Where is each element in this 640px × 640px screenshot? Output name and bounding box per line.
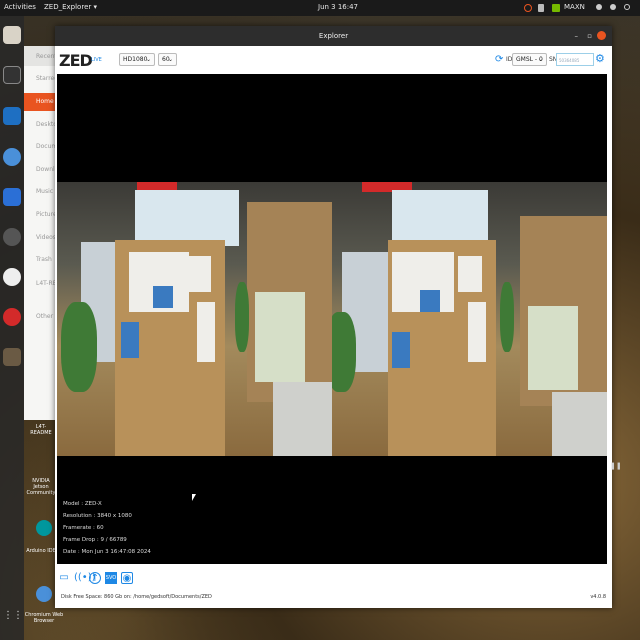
terminal-icon[interactable] — [3, 66, 21, 84]
disk-space: Disk Free Space: 860 Gb on: /home/gedsof… — [61, 594, 212, 600]
arduino-dock-icon[interactable] — [3, 268, 21, 286]
resolution-select[interactable]: HD1080 ⌄ — [119, 53, 155, 66]
vscode-icon[interactable] — [3, 107, 21, 125]
chevron-down-icon: ⌄ — [537, 56, 543, 63]
screenshot-icon[interactable] — [3, 188, 21, 206]
clock[interactable]: Jun 3 16:47 — [318, 3, 358, 11]
version: v4.0.8 — [590, 594, 606, 600]
video-view[interactable]: Model : ZED-X Resolution : 3840 x 1080 F… — [57, 74, 607, 564]
app-thumbnail-icon[interactable] — [3, 348, 21, 366]
folder-icon[interactable]: ▭ — [58, 572, 70, 584]
chromium-desktop-icon[interactable] — [36, 586, 52, 602]
chromium-icon[interactable] — [3, 148, 21, 166]
refresh-icon[interactable]: ⟳ — [495, 55, 503, 65]
camera-id-select[interactable]: GMSL - 0 ⌄ — [512, 53, 547, 66]
info-framerate: Framerate : 60 — [63, 525, 104, 531]
error-report-icon[interactable] — [3, 308, 21, 326]
left-camera-image — [57, 182, 332, 456]
info-frame-drop: Frame Drop : 9 / 66789 — [63, 537, 127, 543]
info-model: Model : ZED-X — [63, 501, 102, 507]
show-apps-icon[interactable]: ⋮⋮ — [3, 610, 23, 628]
app-menu[interactable]: ZED_Explorer ▾ — [44, 3, 97, 11]
activities-button[interactable]: Activities — [4, 3, 36, 11]
serial-input[interactable]: 50364085 — [556, 53, 594, 66]
depth-icon[interactable]: ↑ — [89, 572, 101, 584]
camera-snapshot-icon[interactable]: ◉ — [121, 572, 133, 584]
software-icon[interactable] — [3, 228, 21, 246]
chevron-down-icon: ⌄ — [167, 56, 173, 63]
close-icon[interactable] — [597, 31, 606, 40]
arduino-icon[interactable] — [36, 520, 52, 536]
desktop-l4t-readme[interactable]: L4T-README — [26, 424, 56, 436]
minimize-icon[interactable]: – — [575, 32, 579, 40]
explorer-window: Explorer – ▫ ZED LIVE HD1080 ⌄ 60 ⌄ ⟳ ID G… — [55, 26, 612, 608]
network-icon[interactable] — [596, 4, 602, 10]
pause-icon[interactable]: ❚❚ — [610, 462, 622, 470]
resolution-value: HD1080 — [123, 56, 148, 63]
mouse-cursor — [192, 494, 196, 501]
fps-select[interactable]: 60 ⌄ — [158, 53, 177, 66]
camera-info: Model : ZED-X Resolution : 3840 x 1080 F… — [63, 498, 151, 558]
desktop-nvidia-community[interactable]: NVIDIA Jetson Community — [26, 478, 56, 502]
stream-icon[interactable]: ((•)) — [74, 572, 96, 584]
info-date: Date : Mon Jun 3 16:47:08 2024 — [63, 549, 151, 555]
maximize-icon[interactable]: ▫ — [587, 32, 592, 40]
settings-gear-icon[interactable]: ⚙ — [595, 53, 605, 64]
svo-record-icon[interactable]: SVO — [105, 572, 117, 584]
desktop-chromium[interactable]: Chromium Web Browser — [24, 612, 64, 630]
power-icon[interactable] — [624, 4, 630, 10]
top-bar: Activities ZED_Explorer ▾ Jun 3 16:47 MA… — [0, 0, 640, 16]
desktop-arduino[interactable]: Arduino IDE — [26, 548, 56, 554]
chevron-down-icon: ⌄ — [145, 56, 151, 63]
window-title: Explorer — [318, 32, 349, 40]
update-icon[interactable] — [524, 4, 532, 12]
volume-icon[interactable] — [610, 4, 616, 10]
power-mode[interactable]: MAXN — [564, 3, 585, 11]
window-titlebar[interactable]: Explorer – ▫ — [55, 26, 612, 46]
files-icon[interactable] — [3, 26, 21, 44]
toolbar: ZED LIVE HD1080 ⌄ 60 ⌄ ⟳ ID GMSL - 0 ⌄ SN 5… — [55, 46, 612, 74]
nvidia-icon[interactable] — [552, 4, 560, 12]
dock: ⋮⋮ — [0, 16, 24, 640]
right-camera-image — [332, 182, 607, 456]
keyboard-icon[interactable] — [538, 4, 544, 12]
info-resolution: Resolution : 3840 x 1080 — [63, 513, 132, 519]
live-badge: LIVE — [91, 57, 102, 63]
bottom-bar: ▭ ((•)) ↑ SVO ◉ Disk Free Space: 860 Gb … — [55, 564, 612, 608]
zed-logo: ZED — [59, 51, 93, 70]
